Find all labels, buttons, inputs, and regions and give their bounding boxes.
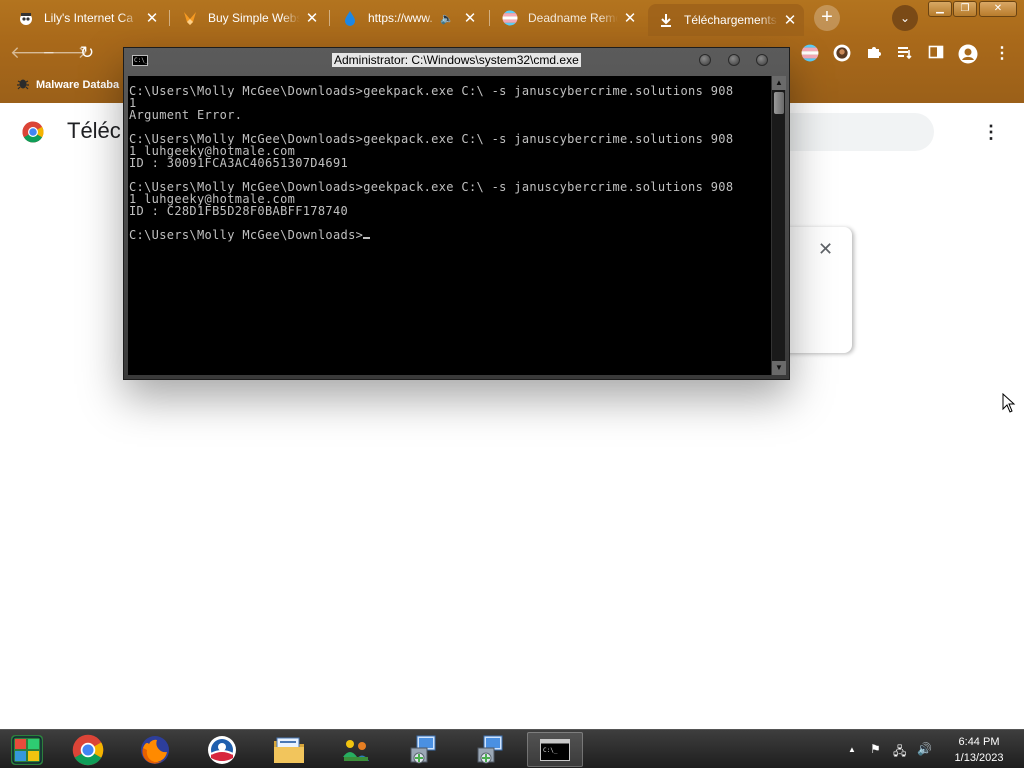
windows-orb-icon: [11, 734, 43, 765]
console-line: ID : 30091FCA3AC40651307D4691: [129, 156, 349, 170]
scrollbar-thumb[interactable]: [774, 92, 784, 114]
tab-separator: [169, 10, 170, 26]
drop-icon: [342, 10, 358, 26]
console-line: C:\Users\Molly McGee\Downloads>geekpack.…: [129, 84, 734, 98]
taskbar-chrome[interactable]: [60, 732, 116, 767]
cmd-window-title: Administrator: C:\Windows\system32\cmd.e…: [332, 53, 581, 67]
volume-icon[interactable]: 🔊: [917, 742, 932, 756]
mouse-pointer-icon: [1002, 393, 1016, 413]
tab-strip: Lily's Internet Ca ✕ Buy Simple Websi ✕ …: [0, 0, 1024, 36]
taskbar-clock[interactable]: 6:44 PM 1/13/2023: [944, 734, 1014, 766]
restore-button[interactable]: ❐: [953, 1, 977, 17]
download-item-card: ✕: [780, 227, 852, 353]
cmd-minimize-button[interactable]: [699, 54, 711, 66]
tab-https-www[interactable]: https://www. 🔈 ✕: [332, 4, 486, 32]
close-icon[interactable]: ✕: [622, 9, 638, 27]
minimize-button[interactable]: ▁: [928, 1, 952, 17]
tab-telechargements[interactable]: Téléchargements ✕: [648, 4, 804, 36]
network-people-icon: [343, 739, 369, 761]
console-output-area[interactable]: C:\Users\Molly McGee\Downloads>geekpack.…: [128, 76, 771, 375]
taskbar-installer-2[interactable]: [462, 732, 518, 767]
show-hidden-icons-chevron[interactable]: ▲: [848, 745, 856, 754]
browser-menu-icon[interactable]: ⋮: [992, 44, 1012, 64]
campaign-logo-icon: [208, 735, 236, 764]
trans-flag-icon: [502, 10, 518, 26]
installer-icon: [410, 735, 436, 763]
window-close-button[interactable]: ✕: [979, 1, 1017, 17]
installer-icon: [477, 735, 503, 763]
taskbar-network[interactable]: [328, 732, 384, 767]
taskbar-installer-1[interactable]: [395, 732, 451, 767]
folder-icon: [274, 737, 304, 763]
clock-time: 6:44 PM: [958, 736, 1000, 748]
taskbar-campaign-app[interactable]: [194, 732, 250, 767]
console-line: ID : C28D1FB5D28F0BABFF178740: [129, 204, 349, 218]
cmd-maximize-button[interactable]: [728, 54, 740, 66]
profile-extension-icon[interactable]: [832, 44, 852, 64]
taskbar-explorer[interactable]: [261, 732, 317, 767]
scroll-down-arrow-icon[interactable]: ▼: [772, 361, 786, 375]
action-center-flag-icon[interactable]: ⚑: [870, 742, 881, 756]
forward-button[interactable]: 🡒: [42, 42, 88, 64]
new-tab-button[interactable]: +: [814, 5, 840, 31]
fox-icon: [182, 10, 198, 26]
tab-title: Lily's Internet Ca: [44, 11, 133, 25]
chrome-logo-icon: [22, 121, 44, 143]
start-button[interactable]: [4, 732, 50, 767]
console-text: C:\Users\Molly McGee\Downloads>geekpack.…: [129, 85, 769, 241]
close-icon[interactable]: ✕: [304, 9, 320, 27]
taskbar-cmd[interactable]: C:\_: [527, 732, 583, 767]
tab-title: Buy Simple Websi: [208, 11, 300, 25]
back-button[interactable]: 🡐: [10, 42, 56, 64]
close-icon[interactable]: ✕: [462, 9, 478, 27]
tab-separator: [489, 10, 490, 26]
bookmark-label: Malware Databa: [36, 78, 120, 91]
cmd-scrollbar[interactable]: ▲ ▼: [771, 76, 786, 375]
tab-title: https://www.: [368, 11, 433, 25]
close-icon[interactable]: ✕: [144, 9, 160, 27]
tab-lilys-internet-cafe[interactable]: Lily's Internet Ca ✕: [8, 4, 166, 32]
cmd-titlebar[interactable]: C:\_ Administrator: C:\Windows\system32\…: [124, 48, 789, 72]
console-prompt-line[interactable]: C:\Users\Molly McGee\Downloads>: [129, 229, 769, 241]
spy-icon: [18, 10, 34, 26]
tab-title: Deadname Remove: [528, 11, 618, 25]
bookmark-malware-database[interactable]: Malware Databa: [16, 76, 119, 93]
tab-buy-simple-website[interactable]: Buy Simple Websi ✕: [172, 4, 326, 32]
reload-button[interactable]: ↻: [76, 42, 98, 64]
cmd-icon: C:\_: [540, 738, 570, 761]
tab-separator: [329, 10, 330, 26]
side-panel-icon[interactable]: [926, 44, 946, 64]
cmd-close-button[interactable]: [756, 54, 768, 66]
clock-date: 1/13/2023: [954, 752, 1004, 764]
audio-icon[interactable]: 🔈: [440, 12, 458, 25]
page-more-menu-icon[interactable]: ⋮: [982, 121, 1000, 143]
console-line: Argument Error.: [129, 108, 243, 122]
remove-download-icon[interactable]: ✕: [818, 239, 833, 260]
bug-icon: [16, 76, 30, 93]
taskbar-firefox[interactable]: [127, 732, 183, 767]
cmd-system-menu-icon[interactable]: C:\_: [132, 55, 148, 66]
download-icon: [658, 12, 674, 28]
cmd-window[interactable]: C:\_ Administrator: C:\Windows\system32\…: [123, 47, 790, 380]
firefox-icon: [141, 735, 169, 764]
tab-title: Téléchargements: [684, 13, 777, 27]
svg-text:C:\_: C:\_: [543, 747, 558, 754]
text-cursor: [363, 237, 371, 239]
trans-flag-extension-icon[interactable]: [800, 44, 820, 64]
chrome-icon: [72, 734, 104, 765]
extensions-puzzle-icon[interactable]: [864, 44, 884, 64]
tab-deadname-remover[interactable]: Deadname Remove ✕: [492, 4, 644, 32]
scroll-up-arrow-icon[interactable]: ▲: [772, 76, 786, 90]
taskbar: C:\_ ▲ ⚑ 🖧 🔊 6:44 PM 1/13/2023: [0, 729, 1024, 768]
page-title: Téléc: [67, 118, 121, 143]
tab-search-button[interactable]: ⌄: [892, 5, 918, 31]
network-icon[interactable]: 🖧: [893, 742, 906, 763]
account-avatar-icon[interactable]: [958, 44, 978, 64]
console-prompt: C:\Users\Molly McGee\Downloads>: [129, 228, 364, 242]
reading-list-icon[interactable]: [895, 44, 915, 64]
close-icon[interactable]: ✕: [782, 11, 798, 29]
